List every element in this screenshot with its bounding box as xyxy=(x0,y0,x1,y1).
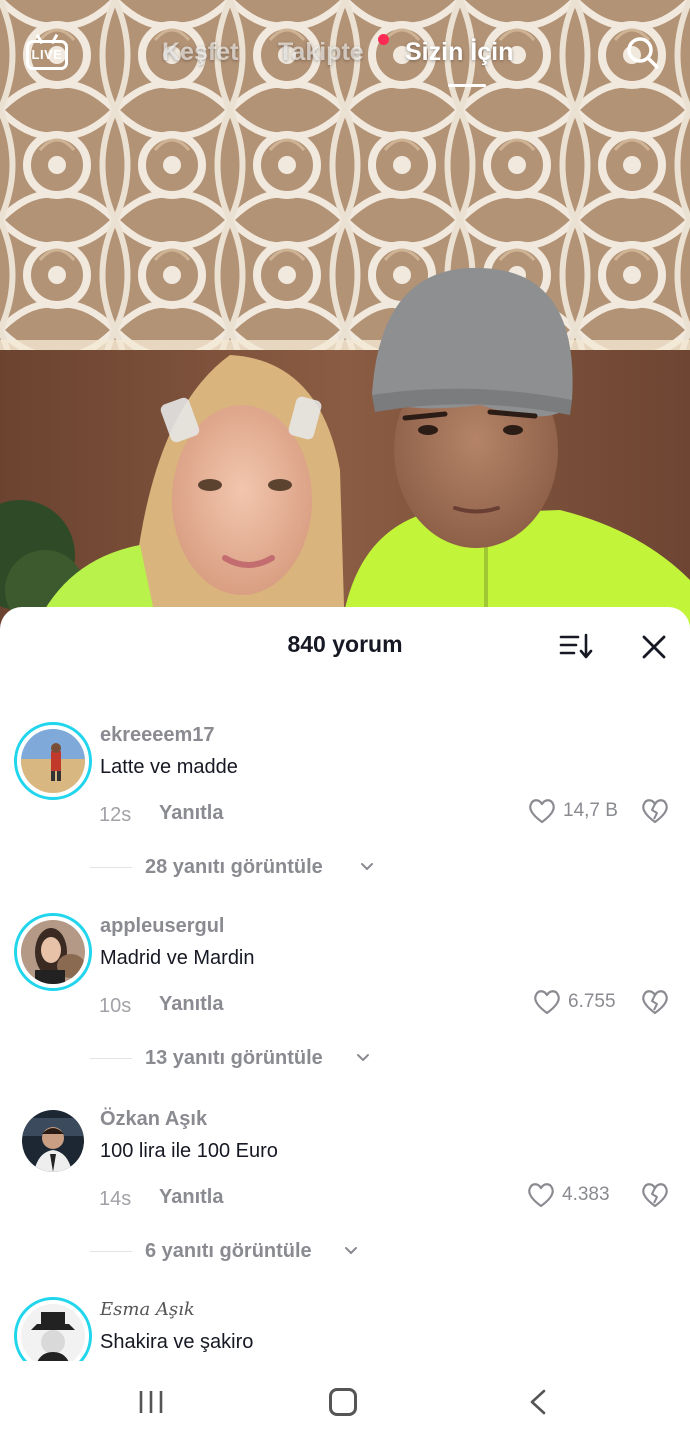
heart-outline-icon[interactable] xyxy=(532,987,562,1017)
avatar-image xyxy=(21,920,85,984)
divider-line xyxy=(90,867,132,868)
chevron-down-icon xyxy=(345,1247,357,1254)
chevron-down-icon xyxy=(361,863,373,870)
tab-takipte[interactable]: Takipte xyxy=(278,38,364,67)
heart-outline-icon[interactable] xyxy=(527,796,557,826)
reply-button[interactable]: Yanıtla xyxy=(159,1186,223,1209)
active-tab-indicator xyxy=(448,84,486,87)
back-icon[interactable] xyxy=(528,1388,548,1416)
comment-item: Özkan Aşık 100 lira ile 100 Euro 14s Yan… xyxy=(0,1106,690,1286)
comment-time: 14s xyxy=(99,1188,132,1210)
chevron-down-icon xyxy=(357,1054,369,1061)
comment-username[interactable]: appleusergul xyxy=(100,915,224,938)
tab-sizin-icin[interactable]: Sizin İçin xyxy=(405,38,513,67)
close-button[interactable] xyxy=(640,633,668,661)
heart-outline-icon[interactable] xyxy=(526,1180,556,1210)
avatar-image xyxy=(21,1304,85,1368)
broken-heart-icon[interactable] xyxy=(640,1180,670,1210)
comment-item: appleusergul Madrid ve Mardin 10s Yanıtl… xyxy=(0,913,690,1093)
close-icon xyxy=(642,635,666,659)
comment-text: Madrid ve Mardin xyxy=(100,947,255,969)
view-replies-button[interactable]: 6 yanıtı görüntüle xyxy=(145,1240,312,1263)
live-button[interactable]: LIVE xyxy=(26,33,68,72)
like-count: 6.755 xyxy=(568,991,616,1012)
avatar[interactable] xyxy=(14,722,92,800)
comment-username[interactable]: Esma Aşık xyxy=(100,1299,195,1320)
broken-heart-icon[interactable] xyxy=(640,796,670,826)
system-navigation-bar xyxy=(0,1361,690,1443)
avatar-image xyxy=(22,1110,84,1172)
recent-apps-icon[interactable] xyxy=(137,1388,165,1416)
live-label: LIVE xyxy=(31,47,63,62)
avatar-image xyxy=(21,729,85,793)
comment-item: ekreeeem17 Latte ve madde 12s Yanıtla 14… xyxy=(0,722,690,902)
comment-text: 100 lira ile 100 Euro xyxy=(100,1140,278,1162)
home-icon[interactable] xyxy=(329,1388,357,1416)
avatar[interactable] xyxy=(22,1110,84,1172)
divider-line xyxy=(90,1058,132,1059)
app-screen: LIVE Keşfet Takipte Sizin İçin 840 yorum xyxy=(0,0,690,1443)
comment-time: 10s xyxy=(99,995,132,1017)
sort-icon xyxy=(559,633,593,659)
divider-line xyxy=(90,1251,132,1252)
like-count: 14,7 B xyxy=(563,800,618,821)
comment-username[interactable]: ekreeeem17 xyxy=(100,724,215,747)
view-replies-button[interactable]: 28 yanıtı görüntüle xyxy=(145,856,323,879)
reply-button[interactable]: Yanıtla xyxy=(159,993,223,1016)
avatar[interactable] xyxy=(14,913,92,991)
notification-dot xyxy=(378,34,389,45)
comment-time: 12s xyxy=(99,804,132,826)
view-replies-button[interactable]: 13 yanıtı görüntüle xyxy=(145,1047,323,1070)
broken-heart-icon[interactable] xyxy=(640,987,670,1017)
comment-text: Latte ve madde xyxy=(100,756,238,778)
top-navigation: LIVE Keşfet Takipte Sizin İçin xyxy=(0,0,690,100)
comments-sheet: 840 yorum ekreeeem17 Latte ve madde 12s … xyxy=(0,607,690,1443)
like-count: 4.383 xyxy=(562,1184,610,1205)
comment-text: Shakira ve şakiro xyxy=(100,1331,254,1353)
reply-button[interactable]: Yanıtla xyxy=(159,802,223,825)
search-icon xyxy=(627,37,659,69)
tab-kesfet[interactable]: Keşfet xyxy=(162,38,238,67)
search-button[interactable] xyxy=(626,36,660,70)
comment-username[interactable]: Özkan Aşık xyxy=(100,1108,207,1131)
sort-button[interactable] xyxy=(558,631,594,661)
